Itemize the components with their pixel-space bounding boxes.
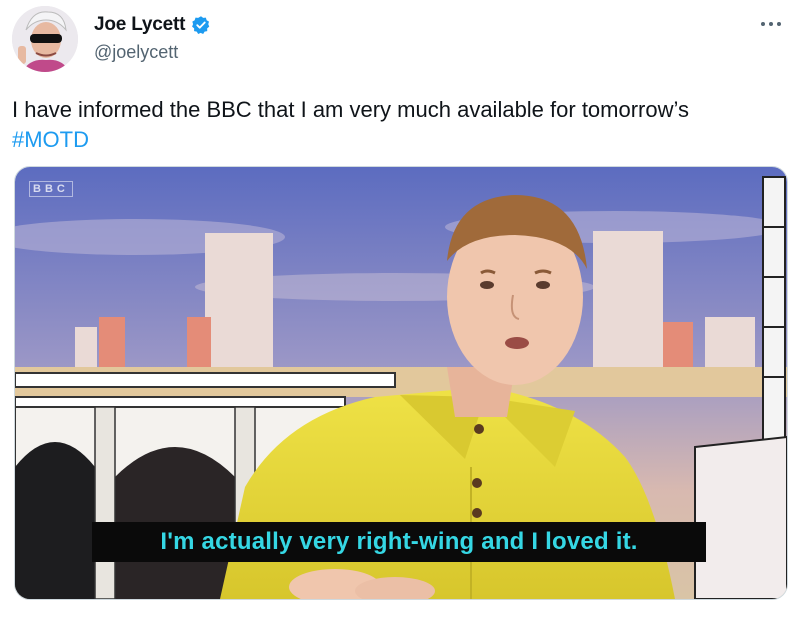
verified-badge-icon bbox=[192, 16, 210, 34]
avatar[interactable] bbox=[12, 6, 78, 72]
bbc-logo-text: BBC bbox=[29, 181, 73, 197]
tweet-header: Joe Lycett @joelycett bbox=[12, 6, 788, 76]
bbc-watermark: BBC bbox=[29, 181, 73, 197]
hashtag-link[interactable]: #MOTD bbox=[12, 127, 89, 152]
video-subtitle: I'm actually very right-wing and I loved… bbox=[92, 522, 706, 562]
tweet-body: I have informed the BBC that I am very m… bbox=[12, 97, 689, 122]
tweet-text: I have informed the BBC that I am very m… bbox=[12, 95, 788, 155]
display-name[interactable]: Joe Lycett bbox=[94, 14, 185, 36]
more-options-icon[interactable] bbox=[754, 10, 788, 38]
handle[interactable]: @joelycett bbox=[94, 42, 178, 63]
